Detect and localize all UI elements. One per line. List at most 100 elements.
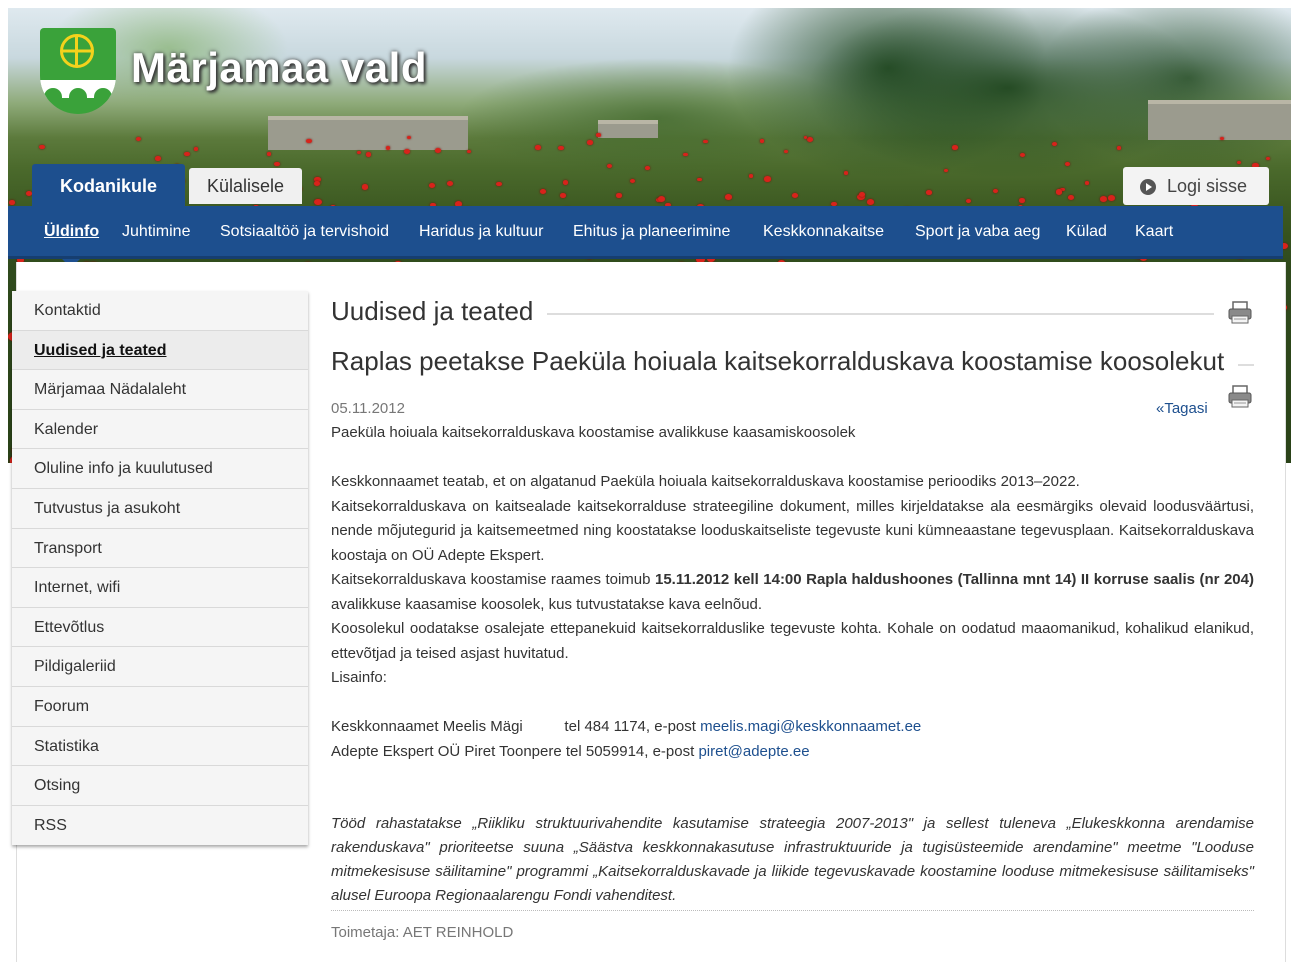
section-heading: Uudised ja teated <box>331 296 533 327</box>
meeting-text: Kaitsekorralduskava koostamise raames to… <box>331 571 655 588</box>
nav-item-kulad[interactable]: Külad <box>1066 223 1107 241</box>
poppy-flower <box>435 148 441 153</box>
poppy-flower <box>136 137 141 141</box>
poppy-flower <box>1100 196 1107 202</box>
meeting-text: avalikkuse kaasamise koosolek, kus tutvu… <box>331 596 762 613</box>
farmhouse-roof <box>268 116 468 150</box>
poppy-flower <box>993 189 998 193</box>
poppy-flower <box>952 145 958 150</box>
poppy-flower <box>404 149 410 154</box>
poppy-flower <box>563 180 568 184</box>
nav-item-juhtimine[interactable]: Juhtimine <box>122 223 190 241</box>
farmhouse-roof <box>598 120 658 138</box>
sidebar-menu: Kontaktid Uudised ja teated Märjamaa Näd… <box>12 291 308 845</box>
nav-item-kaart[interactable]: Kaart <box>1135 223 1173 241</box>
poppy-flower <box>764 176 771 182</box>
poppy-flower <box>760 139 764 142</box>
sidebar-item-kontaktid[interactable]: Kontaktid <box>12 291 308 331</box>
printer-icon[interactable] <box>1227 384 1253 410</box>
poppy-flower <box>314 199 322 205</box>
poppy-flower <box>1220 137 1224 140</box>
sidebar-item-pildigaleriid[interactable]: Pildigaleriid <box>12 647 308 687</box>
poppy-flower <box>658 196 666 202</box>
nav-item-sotsiaaltoo[interactable]: Sotsiaaltöö ja tervishoid <box>220 223 389 241</box>
site-title[interactable]: Märjamaa vald <box>131 44 427 92</box>
poppy-flower <box>587 140 592 144</box>
poppy-flower <box>616 193 622 197</box>
poppy-flower <box>267 152 272 156</box>
sidebar-item-nadalaleht[interactable]: Märjamaa Nädalaleht <box>12 370 308 410</box>
contact-text: Keskkonnaamet Meelis Mägi tel 484 1174, … <box>331 718 700 735</box>
article-date: 05.11.2012 <box>331 400 405 417</box>
arrow-circle-icon <box>1140 179 1156 195</box>
email-link[interactable]: meelis.magi@keskkonnaamet.ee <box>700 718 921 735</box>
poppy-flower <box>1266 157 1270 160</box>
poppy-flower <box>859 192 865 197</box>
wheel-icon <box>60 34 94 68</box>
poppy-flower <box>447 181 453 186</box>
poppy-flower <box>725 194 732 200</box>
editor-credit: Toimetaja: AET REINHOLD <box>331 924 513 941</box>
sidebar-item-oluline-info[interactable]: Oluline info ja kuulutused <box>12 449 308 489</box>
poppy-flower <box>807 137 813 142</box>
bridge-icon <box>40 80 116 98</box>
nav-item-sport[interactable]: Sport ja vaba aeg <box>915 223 1040 241</box>
poppy-flower <box>1108 195 1115 201</box>
tab-kulalisele[interactable]: Külalisele <box>189 168 302 204</box>
poppy-flower <box>1068 195 1074 200</box>
poppy-flower <box>1237 161 1241 164</box>
sidebar-item-uudised[interactable]: Uudised ja teated <box>12 331 308 371</box>
login-button[interactable]: Logi sisse <box>1123 167 1269 205</box>
poppy-flower <box>792 193 799 198</box>
nav-item-haridus[interactable]: Haridus ja kultuur <box>419 223 544 241</box>
poppy-flower <box>1056 189 1063 194</box>
poppy-flower <box>366 152 371 156</box>
poppy-flower <box>429 183 435 188</box>
article-lead: Paeküla hoiuala kaitsekorralduskava koos… <box>331 421 1254 446</box>
poppy-flower <box>926 190 932 195</box>
main-navigation: Üldinfo Juhtimine Sotsiaaltöö ja tervish… <box>8 206 1283 259</box>
poppy-flower <box>784 150 788 153</box>
poppy-flower <box>362 184 369 189</box>
sidebar-item-transport[interactable]: Transport <box>12 529 308 569</box>
poppy-flower <box>9 200 15 204</box>
nav-item-keskkonnakaitse[interactable]: Keskkonnakaitse <box>763 223 884 241</box>
poppy-flower <box>386 146 390 149</box>
poppy-flower <box>1052 142 1057 146</box>
printer-icon[interactable] <box>1227 300 1253 326</box>
poppy-flower <box>39 145 45 150</box>
nav-item-uldinfo[interactable]: Üldinfo <box>44 223 99 241</box>
coat-of-arms-logo[interactable] <box>40 28 116 114</box>
article-paragraph: Keskkonnaamet teatab, et on algatanud Pa… <box>331 470 1254 495</box>
poppy-flower <box>1020 153 1025 157</box>
poppy-flower <box>535 145 541 150</box>
tab-kodanikule[interactable]: Kodanikule <box>32 164 185 208</box>
poppy-flower <box>703 140 707 144</box>
poppy-flower <box>749 174 753 177</box>
poppy-flower <box>630 179 635 183</box>
contact-text: Adepte Ekspert OÜ Piret Toonpere tel 505… <box>331 743 698 760</box>
email-link[interactable]: piret@adepte.ee <box>698 743 809 760</box>
sidebar-item-rss[interactable]: RSS <box>12 806 308 846</box>
nav-item-ehitus[interactable]: Ehitus ja planeerimine <box>573 223 730 241</box>
poppy-flower <box>1019 198 1025 202</box>
sidebar-item-statistika[interactable]: Statistika <box>12 727 308 767</box>
poppy-flower <box>867 199 874 205</box>
poppy-flower <box>560 193 566 198</box>
sidebar-item-kalender[interactable]: Kalender <box>12 410 308 450</box>
title-divider <box>1238 364 1254 366</box>
poppy-flower <box>314 181 320 186</box>
sidebar-item-otsing[interactable]: Otsing <box>12 766 308 806</box>
sidebar-item-tutvustus[interactable]: Tutvustus ja asukoht <box>12 489 308 529</box>
article-paragraph: Kaitsekorralduskava koostamise raames to… <box>331 568 1254 617</box>
section-divider <box>547 313 1214 315</box>
more-info-label: Lisainfo: <box>331 666 1254 691</box>
poppy-flower <box>697 178 701 182</box>
back-link[interactable]: «Tagasi <box>1156 400 1208 417</box>
sidebar-item-internet[interactable]: Internet, wifi <box>12 568 308 608</box>
sidebar-item-ettevotlus[interactable]: Ettevõtlus <box>12 608 308 648</box>
poppy-flower <box>607 164 612 168</box>
poppy-flower <box>966 199 971 203</box>
sidebar-item-foorum[interactable]: Foorum <box>12 687 308 727</box>
article-title: Raplas peetakse Paeküla hoiuala kaitseko… <box>331 346 1224 377</box>
